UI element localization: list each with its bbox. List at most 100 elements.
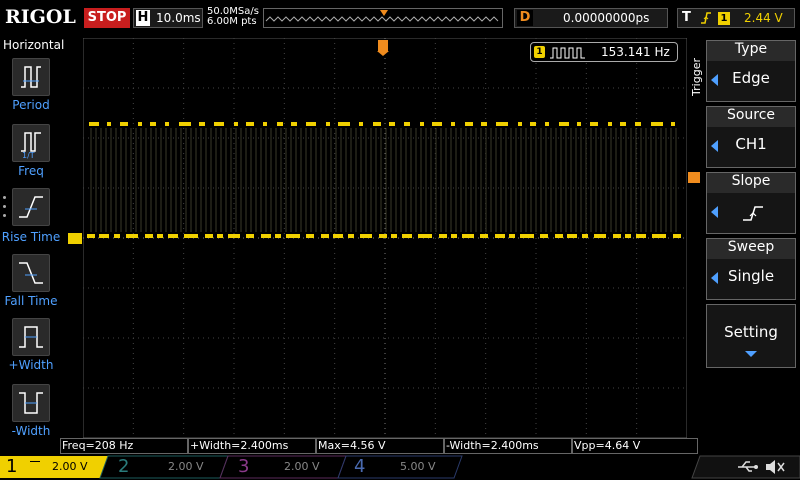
waveform-low-segment <box>157 234 163 238</box>
fall-time-button[interactable] <box>12 254 50 292</box>
trigger-setting-title: Setting <box>724 323 778 341</box>
waveform-high-segment <box>671 122 675 126</box>
waveform-low-segment <box>333 234 343 238</box>
waveform-low-segment <box>636 234 646 238</box>
run-stop-status[interactable]: STOP <box>84 8 130 28</box>
waveform-high-segment <box>635 122 641 126</box>
waveform-high-segment <box>120 122 128 126</box>
counter-value: 153.141 Hz <box>601 45 670 59</box>
svg-text:1/T: 1/T <box>22 151 35 160</box>
measurement-vpp: Vpp=4.64 V <box>572 438 698 454</box>
waveform-high-segment <box>373 122 381 126</box>
channel-1-tab[interactable]: 1 2.00 V <box>0 456 108 478</box>
waveform-high-segment <box>451 122 455 126</box>
trigger-type-button[interactable]: Type Edge <box>706 40 796 102</box>
waveform-low-segment <box>184 234 198 238</box>
waveform-high-segment <box>150 122 156 126</box>
waveform-low-segment <box>275 234 281 238</box>
trigger-type-title: Type <box>707 41 795 61</box>
chevron-down-icon <box>745 351 757 357</box>
trigger-setting-button[interactable]: Setting <box>706 304 796 368</box>
waveform-low-segment <box>555 234 563 238</box>
trigger-source-button[interactable]: Source CH1 <box>706 106 796 168</box>
rise-time-button[interactable] <box>12 188 50 226</box>
rising-edge-icon <box>700 10 712 30</box>
waveform-high-segment <box>107 122 111 126</box>
left-menu-title: Horizontal <box>3 38 65 52</box>
channel-2-scale: 2.00 V <box>168 460 204 473</box>
measurement-pos-width: +Width=2.400ms <box>188 438 316 454</box>
channel-2-number: 2 <box>118 456 130 477</box>
measurement-neg-width: -Width=2.400ms <box>444 438 572 454</box>
waveform-high-segment <box>651 122 663 126</box>
waveform-display[interactable] <box>83 38 687 438</box>
waveform-low-segment <box>348 234 354 238</box>
neg-width-label: -Width <box>11 424 51 438</box>
delay-display[interactable]: D 0.00000000ps <box>514 8 668 28</box>
trigger-slope-button[interactable]: Slope <box>706 172 796 234</box>
channel-4-scale: 5.00 V <box>400 460 436 473</box>
trigger-level-value: 2.44 V <box>744 11 783 25</box>
channel-1-number: 1 <box>6 456 18 477</box>
trigger-type-value: Edge <box>732 69 770 87</box>
waveform-high-segment <box>404 122 410 126</box>
trigger-source-value: CH1 <box>735 135 767 153</box>
waveform-low-segment <box>673 234 681 238</box>
trigger-position-arrow-icon <box>377 51 389 56</box>
waveform-low-segment <box>126 234 138 238</box>
trigger-status[interactable]: T 1 2.44 V <box>677 8 795 28</box>
memory-trigger-marker <box>380 10 388 16</box>
rise-time-icon <box>19 196 43 218</box>
speaker-muted-icon[interactable] <box>764 457 786 477</box>
waveform-low-segment <box>462 234 474 238</box>
waveform-high-segment <box>465 122 473 126</box>
brand-logo: RIGOL <box>5 6 76 28</box>
waveform-low-segment <box>205 234 213 238</box>
memory-overview-bar <box>263 8 503 28</box>
fall-time-label: Fall Time <box>4 294 58 308</box>
waveform-low-segment <box>228 234 240 238</box>
pos-width-button[interactable] <box>12 318 50 356</box>
trigger-slope-title: Slope <box>707 173 795 193</box>
freq-button[interactable]: 1/T <box>12 124 50 162</box>
rise-time-label: Rise Time <box>1 230 61 244</box>
measurement-max: Max=4.56 V <box>316 438 444 454</box>
waveform-low-segment <box>261 234 271 238</box>
period-label: Period <box>12 98 50 112</box>
waveform-low-segment <box>246 234 254 238</box>
counter-channel-badge: 1 <box>534 46 545 58</box>
waveform-high-segment <box>590 122 598 126</box>
neg-width-button[interactable] <box>12 384 50 422</box>
dc-coupling-icon <box>30 461 40 462</box>
waveform-high-segment <box>389 122 395 126</box>
waveform-high-segment <box>496 122 508 126</box>
trigger-sweep-button[interactable]: Sweep Single <box>706 238 796 300</box>
period-button[interactable] <box>12 58 50 96</box>
channel-3-tab[interactable]: 3 2.00 V <box>232 456 340 478</box>
freq-label: Freq <box>18 164 44 178</box>
waveform-high-segment <box>306 122 316 126</box>
trigger-level-marker[interactable] <box>688 172 700 183</box>
channel-2-tab[interactable]: 2 2.00 V <box>112 456 220 478</box>
channel-4-tab[interactable]: 4 5.00 V <box>350 456 458 478</box>
waveform-low-segment <box>168 234 178 238</box>
waveform-low-segment <box>321 234 329 238</box>
pos-width-label: +Width <box>8 358 54 372</box>
waveform-low-segment <box>306 234 314 238</box>
waveform-high-segment <box>165 122 169 126</box>
waveform-high-segment <box>545 122 549 126</box>
waveform-low-segment <box>217 234 223 238</box>
waveform-low-segment <box>286 234 300 238</box>
waveform-low-segment <box>360 234 372 238</box>
waveform-high-segment <box>89 122 99 126</box>
waveform-high-segment <box>234 122 238 126</box>
rising-slope-icon <box>743 206 763 221</box>
channel-1-ground-marker[interactable] <box>68 233 82 244</box>
horizontal-timebase[interactable]: H 10.0ms <box>133 8 203 28</box>
waveform-high-segment <box>338 122 350 126</box>
channel-1-scale: 2.00 V <box>52 460 88 473</box>
waveform-high-segment <box>179 122 191 126</box>
delay-label: D <box>517 10 533 26</box>
waveform-low-segment <box>567 234 577 238</box>
waveform-low-segment <box>594 234 606 238</box>
